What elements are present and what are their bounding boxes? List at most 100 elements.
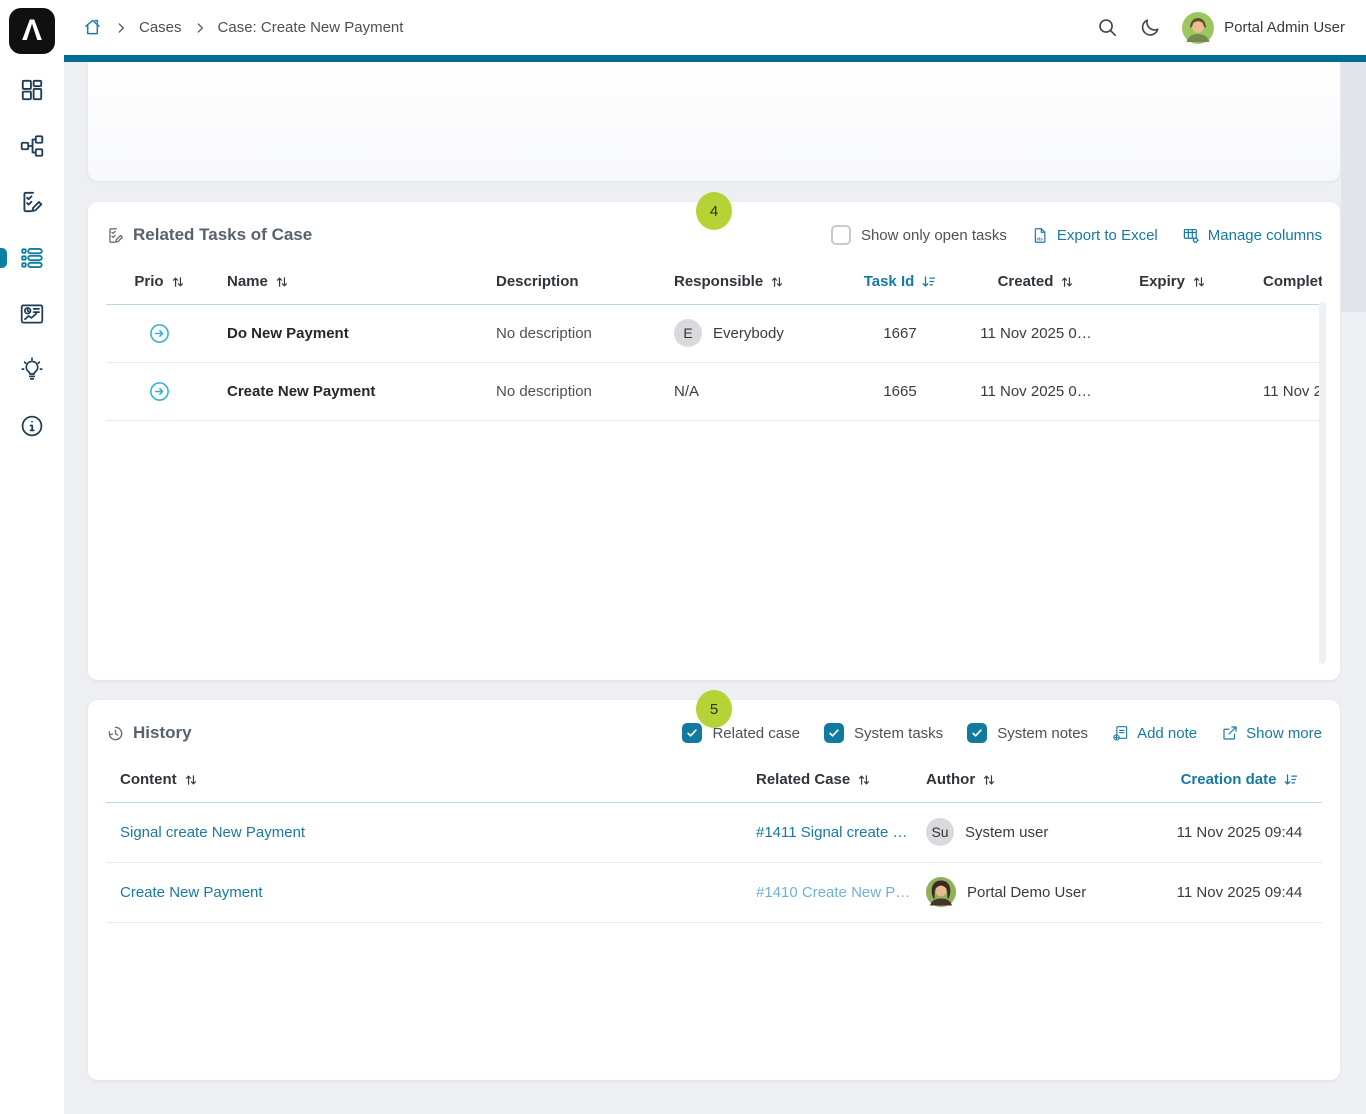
tasks-table-scrollbar[interactable] — [1319, 302, 1326, 664]
history-row[interactable]: Signal create New Payment #1411 Signal c… — [106, 802, 1322, 862]
tasks-table: Prio Name Description Responsible Task I… — [106, 260, 1322, 421]
history-content-link[interactable]: Signal create New Payment — [120, 824, 305, 841]
task-row[interactable]: Create New Payment No description N/A 16… — [106, 362, 1322, 420]
task-document-icon — [106, 226, 125, 245]
sidebar-item-statistics[interactable] — [0, 286, 64, 342]
search-icon[interactable] — [1096, 16, 1119, 39]
task-name: Create New Payment — [227, 383, 375, 400]
priority-normal-icon — [149, 382, 170, 399]
app-logo[interactable]: Λ — [9, 8, 55, 54]
related-case-link[interactable]: #1410 Create New P… — [756, 884, 910, 901]
chevron-right-icon — [114, 21, 128, 35]
author-avatar: Su — [926, 818, 954, 846]
checkbox-checked — [967, 723, 987, 743]
add-note-button[interactable]: Add note — [1112, 724, 1197, 742]
external-link-icon — [1221, 724, 1239, 742]
show-more-button[interactable]: Show more — [1221, 724, 1322, 742]
lightbulb-icon — [19, 357, 45, 383]
task-edit-icon — [19, 189, 45, 215]
related-case-link[interactable]: #1411 Signal create … — [756, 824, 908, 841]
tasks-table-header-row: Prio Name Description Responsible Task I… — [106, 260, 1322, 304]
page-scrollbar[interactable] — [1341, 62, 1366, 1114]
note-plus-icon — [1112, 724, 1130, 742]
column-header-content[interactable]: Content — [106, 758, 742, 802]
sort-desc-icon — [1283, 772, 1298, 787]
sort-icon — [1192, 275, 1206, 289]
history-card: 5 History Related case — [88, 700, 1340, 1080]
creation-date: 11 Nov 2025 09:44 — [1157, 862, 1322, 922]
manage-columns-button[interactable]: Manage columns — [1182, 226, 1322, 245]
chevron-right-icon — [193, 21, 207, 35]
column-header-task-id[interactable]: Task Id — [838, 260, 962, 304]
task-expiry — [1110, 304, 1235, 362]
user-menu[interactable]: Portal Admin User — [1182, 12, 1345, 44]
sidebar-item-processes[interactable] — [0, 118, 64, 174]
column-header-related-case[interactable]: Related Case — [742, 758, 912, 802]
history-row[interactable]: Create New Payment #1410 Create New P… P… — [106, 862, 1322, 922]
task-completed — [1235, 304, 1322, 362]
column-header-name[interactable]: Name — [213, 260, 482, 304]
sidebar — [0, 0, 64, 1114]
sort-icon — [184, 773, 198, 787]
avatar — [1182, 12, 1214, 44]
sidebar-item-tasks[interactable] — [0, 174, 64, 230]
column-header-creation-date[interactable]: Creation date — [1157, 758, 1322, 802]
task-description: No description — [482, 362, 660, 420]
dashboard-icon — [19, 77, 45, 103]
author-name: Portal Demo User — [967, 884, 1086, 901]
history-table-header-row: Content Related Case Author Creation dat… — [106, 758, 1322, 802]
main-content: 4 Related Tasks of Case Show only open t… — [64, 62, 1366, 1114]
statistics-icon — [19, 301, 45, 327]
sort-desc-icon — [921, 274, 936, 289]
processes-icon — [19, 133, 45, 159]
task-id: 1665 — [838, 362, 962, 420]
breadcrumb-current-page: Case: Create New Payment — [218, 19, 404, 36]
responsible-name: N/A — [674, 383, 699, 400]
sort-icon — [982, 773, 996, 787]
column-header-completed[interactable]: Completed — [1235, 260, 1322, 304]
info-icon — [19, 413, 45, 439]
topbar-actions: Portal Admin User — [1096, 0, 1345, 55]
task-description: No description — [482, 304, 660, 362]
breadcrumb-cases[interactable]: Cases — [139, 19, 182, 36]
author-name: System user — [965, 824, 1048, 841]
history-content-link[interactable]: Create New Payment — [120, 884, 263, 901]
dark-mode-toggle-icon[interactable] — [1139, 16, 1162, 39]
case-details-list-icon — [19, 245, 45, 271]
task-id: 1667 — [838, 304, 962, 362]
checkbox-checked — [824, 723, 844, 743]
responsible-avatar: E — [674, 319, 702, 347]
column-header-expiry[interactable]: Expiry — [1110, 260, 1235, 304]
system-tasks-checkbox[interactable]: System tasks — [824, 723, 943, 743]
case-details-card-bottom — [88, 62, 1340, 181]
history-clock-icon — [106, 724, 125, 743]
sidebar-item-case-details[interactable] — [0, 230, 64, 286]
task-row[interactable]: Do New Payment No description E Everybody… — [106, 304, 1322, 362]
logo-glyph: Λ — [22, 16, 42, 46]
task-created: 11 Nov 2025 0… — [962, 304, 1110, 362]
sidebar-nav — [0, 62, 64, 454]
responsible-name: Everybody — [713, 325, 784, 342]
sidebar-item-dashboard[interactable] — [0, 62, 64, 118]
column-header-description[interactable]: Description — [482, 260, 660, 304]
author-avatar — [926, 877, 956, 907]
home-icon[interactable] — [82, 17, 103, 38]
checkbox-unchecked — [831, 225, 851, 245]
column-header-author[interactable]: Author — [912, 758, 1157, 802]
export-to-excel-button[interactable]: xls Export to Excel — [1031, 226, 1158, 245]
history-title: History — [133, 723, 192, 743]
related-tasks-card: 4 Related Tasks of Case Show only open t… — [88, 202, 1340, 680]
sidebar-item-about[interactable] — [0, 398, 64, 454]
portal-app: Λ Cases Case: Create New Payment — [0, 0, 1366, 1114]
task-name: Do New Payment — [227, 325, 349, 342]
column-header-created[interactable]: Created — [962, 260, 1110, 304]
system-notes-checkbox[interactable]: System notes — [967, 723, 1088, 743]
creation-date: 11 Nov 2025 09:44 — [1157, 802, 1322, 862]
page-scrollbar-thumb[interactable] — [1341, 62, 1366, 312]
column-header-prio[interactable]: Prio — [106, 260, 213, 304]
sidebar-item-improvements[interactable] — [0, 342, 64, 398]
related-case-checkbox[interactable]: Related case — [682, 723, 800, 743]
show-only-open-tasks-checkbox[interactable]: Show only open tasks — [831, 225, 1007, 245]
column-header-responsible[interactable]: Responsible — [660, 260, 838, 304]
checkbox-checked — [682, 723, 702, 743]
